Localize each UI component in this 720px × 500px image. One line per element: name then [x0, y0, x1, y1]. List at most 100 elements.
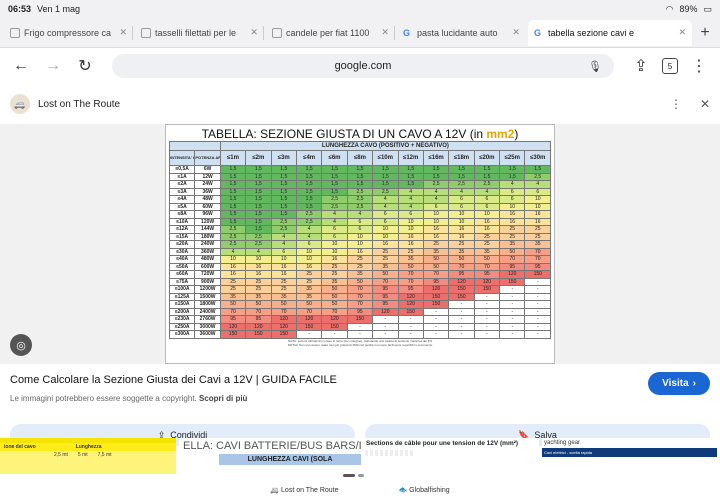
tab-2[interactable]: candele per fiat 1100 ✕ — [266, 20, 395, 46]
more-vert-icon[interactable]: ⋮ — [670, 97, 682, 111]
table-cell: 6 — [499, 195, 526, 204]
table-cell: 1800W — [194, 300, 221, 309]
table-cell: 70 — [321, 307, 348, 316]
tab-3[interactable]: Gpasta lucidante auto ✕ — [397, 20, 526, 46]
table-cell: 16 — [473, 225, 501, 234]
table-cell: 95 — [524, 262, 551, 271]
table-cell: 10 — [346, 240, 374, 249]
table-cell: 6 — [448, 195, 475, 204]
table-cell: 120W — [194, 217, 221, 226]
related-thumb-3[interactable]: Sections de câble pour une tension de 12… — [364, 438, 539, 474]
table-cell: 2400W — [194, 307, 221, 316]
image-preview[interactable]: TABELLA: SEZIONE GIUSTA DI UN CAVO A 12V… — [0, 124, 720, 364]
table-cell: 25 — [524, 232, 551, 241]
page-icon — [271, 27, 282, 38]
table-cell: 50 — [372, 270, 399, 279]
close-icon[interactable]: ✕ — [512, 27, 520, 38]
table-cell: 1,5 — [270, 172, 297, 181]
visit-button[interactable]: Visita › — [648, 372, 710, 395]
site-name[interactable]: Lost on The Route — [38, 99, 120, 110]
table-cell: ≤60A — [168, 270, 196, 279]
table-cell: 120 — [295, 315, 323, 324]
table-cell: 2,5 — [321, 202, 348, 211]
close-icon[interactable]: ✕ — [381, 27, 389, 38]
table-cell: 4 — [397, 195, 424, 204]
table-cell: - — [422, 322, 450, 331]
table-cell: 16 — [448, 232, 475, 241]
related-source-2[interactable]: 🐟 Globalfishing — [399, 486, 450, 494]
tab-4-active[interactable]: Gtabella sezione cavi e ✕ — [527, 19, 693, 46]
table-cell: 1,5 — [245, 165, 272, 174]
table-cell: 1,5 — [270, 195, 297, 204]
table-cell: 70 — [219, 307, 247, 316]
table-cell: - — [372, 322, 399, 331]
table-cell: 4 — [321, 210, 348, 219]
table-cell: 25 — [270, 285, 297, 294]
tab-0[interactable]: Frigo compressore cа ✕ — [4, 20, 133, 46]
toolbar: ← → ↻ google.com 🎙 ⇪ 5 ⋮ — [0, 48, 720, 84]
tab-1[interactable]: tasselli filettati per le ✕ — [135, 20, 264, 46]
table-cell: 95 — [499, 262, 526, 271]
close-icon[interactable]: ✕ — [119, 27, 127, 38]
table-cell: 1,5 — [321, 180, 348, 189]
table-cell: 1,5 — [245, 210, 272, 219]
table-cell: 16 — [245, 270, 272, 279]
table-cell: 16 — [473, 217, 501, 226]
table-cell: 1,5 — [219, 195, 247, 204]
status-date: Ven 1 mag — [37, 4, 81, 14]
table-cell: - — [397, 322, 424, 331]
table-cell: 50 — [499, 247, 526, 256]
table-cell: 25 — [321, 262, 348, 271]
table-cell: 35 — [372, 262, 399, 271]
share-icon[interactable]: ⇪ — [630, 56, 652, 76]
table-cell: 50 — [397, 262, 424, 271]
table-cell: 16 — [346, 247, 374, 256]
tab-count-button[interactable]: 5 — [662, 58, 678, 74]
back-icon[interactable]: ← — [10, 57, 32, 75]
more-icon[interactable]: ⋮ — [688, 56, 710, 76]
table-cell: 95 — [397, 285, 424, 294]
table-cell: - — [397, 315, 424, 324]
status-bar: 06:53 Ven 1 mag ◠ 89% ▭ — [0, 0, 720, 18]
table-cell: 1,5 — [295, 195, 323, 204]
table-cell: ≤8A — [168, 210, 196, 219]
table-row: ≤4A 48W 1,5 1,5 1,5 1,5 2,5 2,5 4 4 4 6 6 6 10 — [168, 195, 551, 204]
related-thumb-1[interactable]: ione del cavo Lunghezza 2,5 mt 5 mt 7,5 mt — [0, 438, 176, 474]
table-cell: 1,5 — [270, 180, 297, 189]
table-cell: - — [372, 315, 399, 324]
table-row: ≤300A 3600W 150 150 150- - - - - - - - - - — [168, 330, 551, 339]
table-cell: 50 — [295, 300, 323, 309]
table-cell: 1,5 — [270, 202, 297, 211]
table-cell: ≤40A — [168, 255, 196, 264]
related-thumb-2[interactable]: ELLA: CAVI BATTERIE/BUS BARS/INV LUNGHEZ… — [179, 438, 361, 474]
reload-icon[interactable]: ↻ — [74, 56, 96, 76]
table-cell: 1,5 — [295, 180, 323, 189]
thumb-text: 2,5 mt — [54, 452, 68, 458]
table-cell: 1,5 — [397, 172, 424, 181]
related-source-1[interactable]: 🚐 Lost on The Route — [270, 486, 338, 494]
length-col-header: ≤1m — [219, 150, 247, 166]
table-cell: 2,5 — [219, 232, 247, 241]
table-cell: 6 — [321, 225, 348, 234]
table-cell: 70 — [473, 262, 501, 271]
table-cell: 4 — [295, 232, 323, 241]
table-cell: 150 — [295, 322, 323, 331]
table-cell: - — [499, 300, 526, 309]
table-cell: 16 — [524, 210, 551, 219]
mic-icon[interactable]: 🎙 — [588, 60, 602, 73]
related-thumb-4[interactable]: yachting gear Cavi elettrici - scelta ra… — [542, 438, 717, 474]
learn-more-link[interactable]: Scopri di più — [199, 394, 247, 403]
table-cell: ≤150A — [168, 300, 196, 309]
lens-icon[interactable]: ◎ — [10, 334, 32, 356]
length-col-header: ≤16m — [422, 150, 450, 166]
table-cell: 10 — [524, 202, 551, 211]
close-icon[interactable]: ✕ — [250, 27, 258, 38]
table-cell: 25 — [346, 255, 374, 264]
forward-icon[interactable]: → — [42, 57, 64, 75]
result-title[interactable]: Come Calcolare la Sezione Giusta dei Cav… — [10, 374, 710, 386]
new-tab-icon[interactable]: + — [694, 24, 716, 42]
close-icon[interactable]: ✕ — [678, 27, 686, 38]
address-bar[interactable]: google.com 🎙 — [112, 54, 614, 78]
close-icon[interactable]: ✕ — [700, 97, 710, 111]
table-cell: ≤15A — [168, 232, 196, 241]
